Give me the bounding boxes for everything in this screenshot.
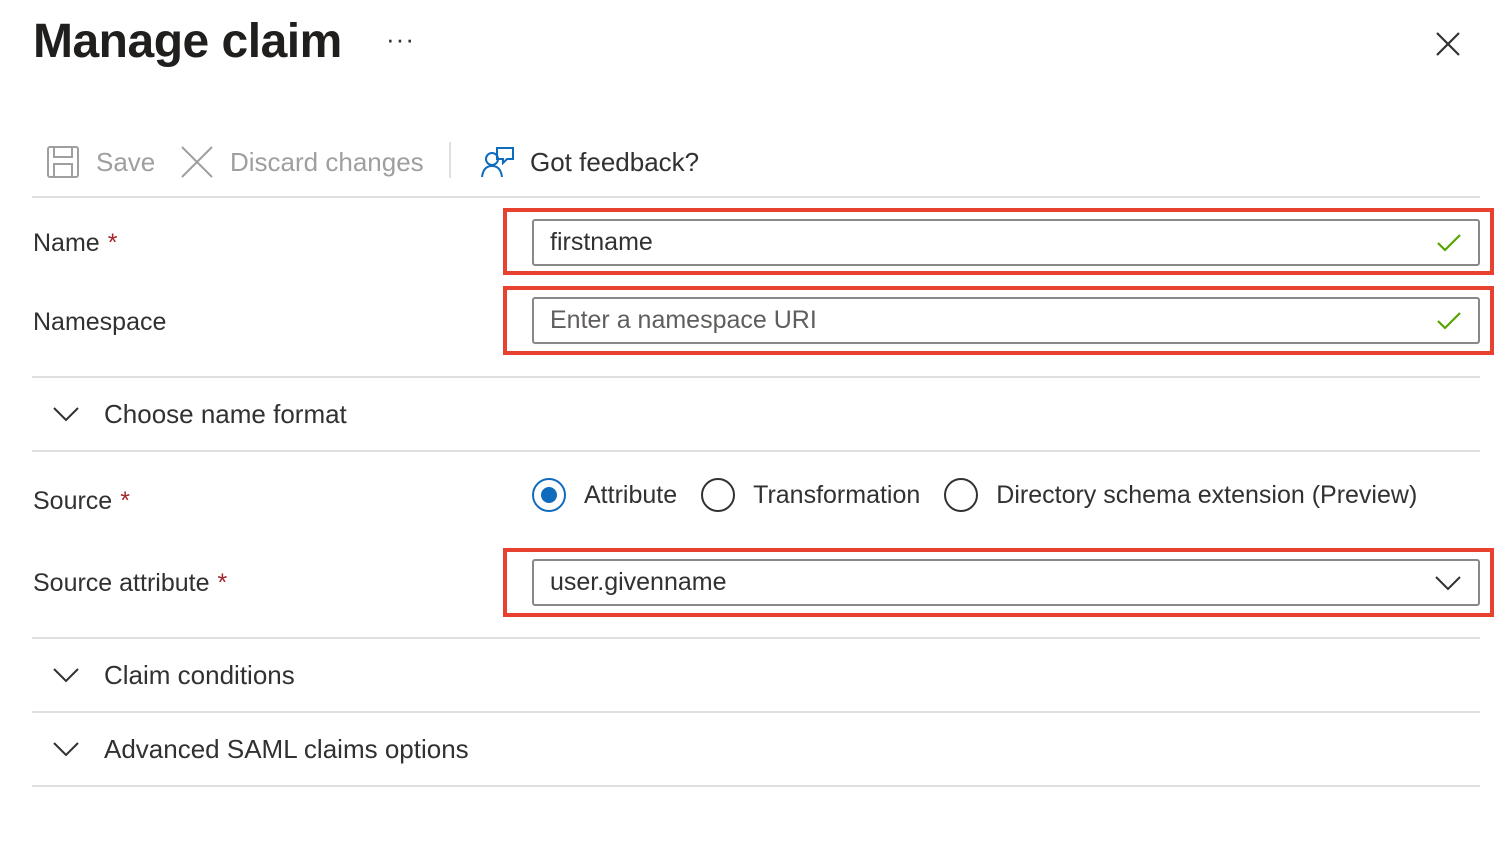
discard-changes-button[interactable]: Discard changes	[180, 140, 424, 184]
toolbar-divider	[449, 142, 451, 178]
close-button[interactable]	[1428, 24, 1468, 64]
radio-unchecked-icon	[944, 478, 979, 512]
section-label: Advanced SAML claims options	[104, 733, 469, 764]
name-input[interactable]	[550, 228, 1436, 257]
choose-name-format-section[interactable]: Choose name format	[52, 396, 347, 432]
save-icon	[47, 146, 79, 178]
checkmark-icon	[1437, 233, 1461, 252]
radio-attribute[interactable]: Attribute	[532, 478, 677, 512]
section-divider	[32, 637, 1480, 639]
feedback-icon	[481, 147, 514, 178]
source-attribute-dropdown[interactable]: user.givenname	[532, 559, 1480, 606]
source-attribute-label: Source attribute *	[33, 569, 228, 597]
feedback-button[interactable]: Got feedback?	[480, 140, 699, 184]
radio-directory-schema-extension[interactable]: Directory schema extension (Preview)	[944, 478, 1417, 512]
toolbar-divider-line	[32, 196, 1480, 198]
namespace-label: Namespace	[33, 308, 167, 336]
source-radio-group: Attribute Transformation Directory schem…	[532, 475, 1441, 515]
discard-icon	[181, 146, 213, 178]
chevron-down-icon	[1435, 575, 1461, 590]
required-mark: *	[217, 569, 228, 597]
save-button[interactable]: Save	[46, 140, 155, 184]
discard-label: Discard changes	[230, 146, 424, 177]
section-divider	[32, 376, 1480, 378]
close-icon	[1436, 32, 1460, 56]
radio-transformation[interactable]: Transformation	[701, 478, 920, 512]
radio-unchecked-icon	[701, 478, 736, 512]
name-field[interactable]	[532, 219, 1480, 266]
feedback-label: Got feedback?	[530, 146, 700, 177]
chevron-down-icon	[53, 407, 79, 422]
required-mark: *	[120, 487, 130, 515]
chevron-down-icon	[53, 668, 79, 683]
checkmark-icon	[1437, 311, 1461, 330]
claim-conditions-section[interactable]: Claim conditions	[52, 657, 295, 693]
advanced-saml-section[interactable]: Advanced SAML claims options	[52, 731, 469, 767]
section-label: Choose name format	[104, 398, 347, 429]
section-label: Claim conditions	[104, 659, 295, 690]
required-mark: *	[107, 229, 118, 257]
chevron-down-icon	[53, 742, 79, 757]
source-label: Source *	[33, 487, 130, 515]
source-attribute-value: user.givenname	[550, 568, 727, 596]
section-divider	[32, 450, 1480, 452]
radio-label: Attribute	[584, 480, 678, 509]
radio-checked-icon	[532, 478, 566, 512]
more-options-button[interactable]: ···	[386, 24, 415, 55]
section-divider	[32, 711, 1480, 713]
namespace-input[interactable]	[550, 306, 1436, 335]
section-divider	[32, 785, 1480, 787]
radio-label: Directory schema extension (Preview)	[996, 480, 1418, 509]
page-title: Manage claim	[33, 15, 342, 68]
namespace-field[interactable]	[532, 297, 1480, 344]
radio-label: Transformation	[753, 480, 921, 509]
save-label: Save	[96, 146, 156, 177]
name-label: Name *	[33, 229, 118, 257]
